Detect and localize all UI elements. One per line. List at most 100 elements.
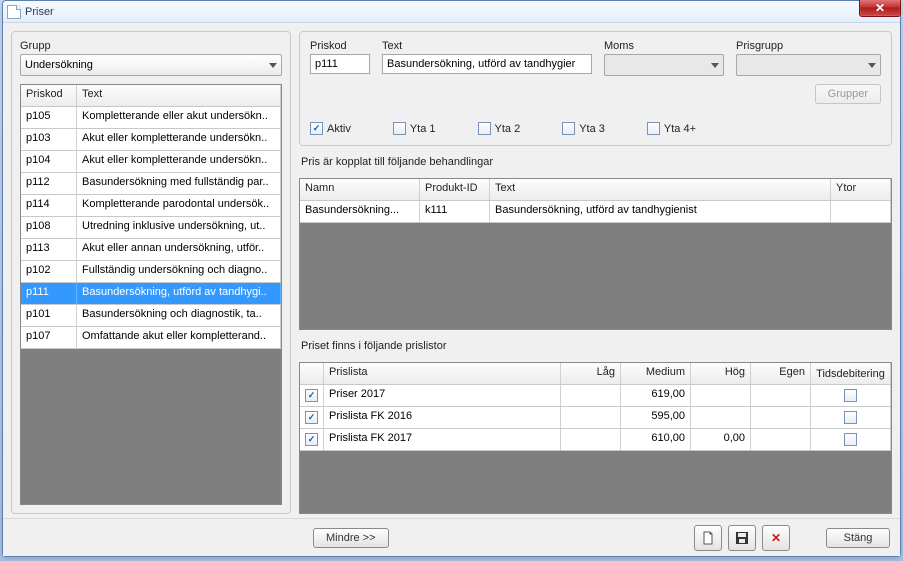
checkbox-icon: [844, 433, 857, 446]
yta4-label: Yta 4+: [664, 123, 696, 135]
table-row[interactable]: p107Omfattande akut eller kompletterand.…: [21, 327, 281, 349]
table-row[interactable]: p103Akut eller kompletterande undersökn.…: [21, 129, 281, 151]
aktiv-label: Aktiv: [327, 123, 351, 135]
cell-prislista: Priser 2017: [324, 385, 561, 406]
table-row[interactable]: p114Kompletterande parodontal undersök..: [21, 195, 281, 217]
yta2-checkbox[interactable]: Yta 2: [478, 122, 521, 135]
col-text[interactable]: Text: [77, 85, 281, 106]
col-priskod[interactable]: Priskod: [21, 85, 77, 106]
stang-button[interactable]: Stäng: [826, 528, 890, 548]
pricelists-label: Priset finns i följande prislistor: [301, 340, 892, 352]
table-row[interactable]: Basundersökning...k111Basundersökning, u…: [300, 201, 891, 223]
cell-prislista: Prislista FK 2016: [324, 407, 561, 428]
yta4-checkbox[interactable]: Yta 4+: [647, 122, 696, 135]
linked-grid[interactable]: Namn Produkt-ID Text Ytor Basundersöknin…: [299, 178, 892, 330]
chevron-down-icon: [269, 63, 277, 68]
grid-header: Namn Produkt-ID Text Ytor: [300, 179, 891, 201]
mindre-button[interactable]: Mindre >>: [313, 528, 389, 548]
detail-panel: Priskod Text Moms: [299, 31, 892, 146]
cell-medium: 619,00: [621, 385, 691, 406]
checkbox-icon: ✓: [305, 433, 318, 446]
cell-text: Basundersökning och diagnostik, ta..: [77, 305, 281, 326]
text-input[interactable]: [382, 54, 592, 74]
window-title: Priser: [25, 6, 54, 18]
col-hog[interactable]: Hög: [691, 363, 751, 384]
checkbox-icon: ✓: [310, 122, 323, 135]
document-icon: [701, 531, 715, 545]
cell-medium: 595,00: [621, 407, 691, 428]
checkbox-icon: ✓: [305, 389, 318, 402]
cell-prislista: Prislista FK 2017: [324, 429, 561, 450]
col-text[interactable]: Text: [490, 179, 831, 200]
table-row[interactable]: p104Akut eller kompletterande undersökn.…: [21, 151, 281, 173]
col-tids[interactable]: Tidsdebitering: [811, 363, 891, 384]
new-button[interactable]: [694, 525, 722, 551]
cell-priskod: p111: [21, 283, 77, 304]
close-button[interactable]: ✕: [859, 0, 901, 17]
delete-button[interactable]: ✕: [762, 525, 790, 551]
col-prislista[interactable]: Prislista: [324, 363, 561, 384]
moms-select[interactable]: [604, 54, 724, 76]
priskod-label: Priskod: [310, 40, 370, 52]
cell-priskod: p108: [21, 217, 77, 238]
save-button[interactable]: [728, 525, 756, 551]
moms-label: Moms: [604, 40, 724, 52]
table-row[interactable]: p102Fullständig undersökning och diagno.…: [21, 261, 281, 283]
cell-priskod: p112: [21, 173, 77, 194]
aktiv-checkbox[interactable]: ✓ Aktiv: [310, 122, 351, 135]
priskod-input[interactable]: [310, 54, 370, 74]
cell-tids[interactable]: [811, 385, 891, 406]
col-namn[interactable]: Namn: [300, 179, 420, 200]
cell-checkbox[interactable]: ✓: [300, 407, 324, 428]
yta1-label: Yta 1: [410, 123, 436, 135]
yta3-label: Yta 3: [579, 123, 605, 135]
pricelists-grid[interactable]: Prislista Låg Medium Hög Egen Tidsdebite…: [299, 362, 892, 514]
titlebar: Priser ✕: [3, 1, 900, 23]
cell-text: Basundersökning, utförd av tandhygienist: [490, 201, 831, 222]
col-check[interactable]: [300, 363, 324, 384]
cell-text: Akut eller kompletterande undersökn..: [77, 129, 281, 150]
linked-label: Pris är kopplat till följande behandling…: [301, 156, 892, 168]
cell-hog: 0,00: [691, 429, 751, 450]
table-row[interactable]: p105Kompletterande eller akut undersökn.…: [21, 107, 281, 129]
cell-egen: [751, 429, 811, 450]
prisgrupp-select[interactable]: [736, 54, 881, 76]
price-code-grid[interactable]: Priskod Text p105Kompletterande eller ak…: [20, 84, 282, 505]
cell-tids[interactable]: [811, 407, 891, 428]
cell-text: Utredning inklusive undersökning, ut..: [77, 217, 281, 238]
col-ytor[interactable]: Ytor: [831, 179, 891, 200]
table-row[interactable]: ✓Prislista FK 2016 595,00: [300, 407, 891, 429]
group-select-value: Undersökning: [25, 59, 93, 71]
checkbox-icon: [478, 122, 491, 135]
yta1-checkbox[interactable]: Yta 1: [393, 122, 436, 135]
cell-pid: k111: [420, 201, 490, 222]
cell-medium: 610,00: [621, 429, 691, 450]
grupper-button[interactable]: Grupper: [815, 84, 881, 104]
col-pid[interactable]: Produkt-ID: [420, 179, 490, 200]
group-select[interactable]: Undersökning: [20, 54, 282, 76]
cell-text: Basundersökning, utförd av tandhygi..: [77, 283, 281, 304]
cell-checkbox[interactable]: ✓: [300, 429, 324, 450]
cell-egen: [751, 385, 811, 406]
checkbox-icon: [844, 411, 857, 424]
col-medium[interactable]: Medium: [621, 363, 691, 384]
cell-tids[interactable]: [811, 429, 891, 450]
table-row[interactable]: ✓ Priser 2017 619,00: [300, 385, 891, 407]
cell-lag: [561, 385, 621, 406]
table-row[interactable]: p111Basundersökning, utförd av tandhygi.…: [21, 283, 281, 305]
cell-text: Akut eller kompletterande undersökn..: [77, 151, 281, 172]
table-row[interactable]: p112Basundersökning med fullständig par.…: [21, 173, 281, 195]
cell-ytor: [831, 201, 891, 222]
save-icon: [735, 531, 749, 545]
close-icon: ✕: [875, 1, 885, 15]
col-lag[interactable]: Låg: [561, 363, 621, 384]
col-egen[interactable]: Egen: [751, 363, 811, 384]
table-row[interactable]: p113Akut eller annan undersökning, utför…: [21, 239, 281, 261]
yta3-checkbox[interactable]: Yta 3: [562, 122, 605, 135]
cell-checkbox[interactable]: ✓: [300, 385, 324, 406]
cell-priskod: p104: [21, 151, 77, 172]
cell-lag: [561, 429, 621, 450]
table-row[interactable]: p101Basundersökning och diagnostik, ta..: [21, 305, 281, 327]
table-row[interactable]: ✓ Prislista FK 2017 610,000,00: [300, 429, 891, 451]
table-row[interactable]: p108Utredning inklusive undersökning, ut…: [21, 217, 281, 239]
